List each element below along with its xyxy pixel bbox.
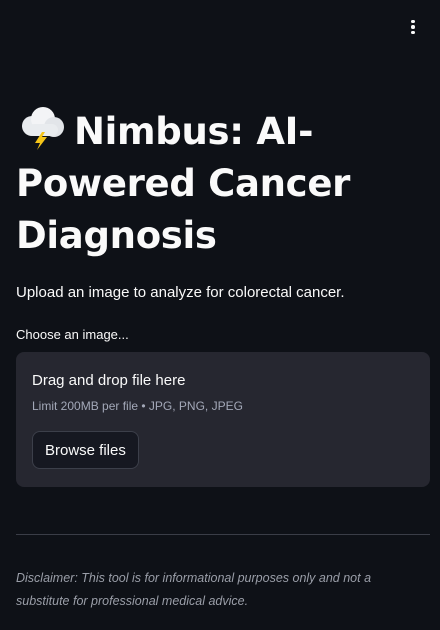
page-title: Nimbus: AI-Powered Cancer Diagnosis [16, 106, 430, 262]
main-content: Nimbus: AI-Powered Cancer Diagnosis Uplo… [16, 106, 430, 487]
main-menu-button[interactable] [406, 16, 420, 38]
app-page: Nimbus: AI-Powered Cancer Diagnosis Uplo… [0, 0, 440, 630]
disclaimer-text: Disclaimer: This tool is for information… [16, 571, 372, 608]
dropzone-title: Drag and drop file here [32, 372, 186, 389]
footer-divider [16, 534, 430, 535]
menu-dot [411, 30, 415, 35]
page-title-text: Nimbus: AI-Powered Cancer Diagnosis [16, 110, 351, 257]
menu-dot [411, 25, 415, 29]
browse-files-button[interactable]: Browse files [32, 431, 139, 469]
menu-dot [411, 19, 415, 24]
dropzone-limit-text: Limit 200MB per file • JPG, PNG, JPEG [32, 399, 243, 413]
file-uploader-label: Choose an image... [16, 327, 129, 342]
file-dropzone[interactable]: Drag and drop file here Limit 200MB per … [16, 352, 430, 487]
cloud-lightning-icon [22, 107, 64, 150]
page-subtitle: Upload an image to analyze for colorecta… [16, 284, 345, 301]
